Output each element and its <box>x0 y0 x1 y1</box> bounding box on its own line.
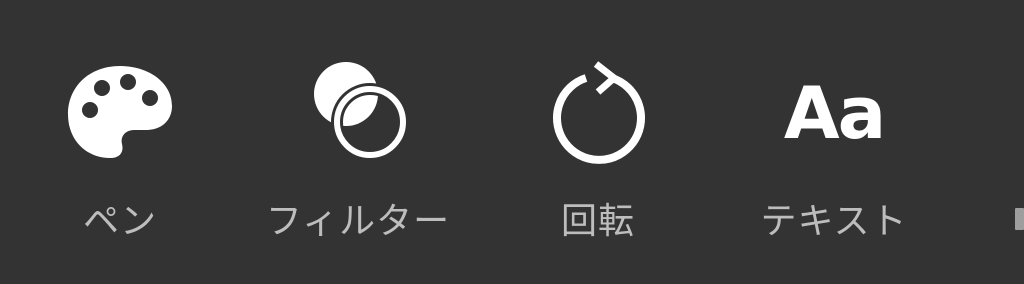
tool-text-button[interactable]: Aa テキスト <box>724 0 944 284</box>
overlapping-circles-icon <box>302 58 414 170</box>
tool-rotate-button[interactable]: 回転 <box>488 0 708 284</box>
tool-pen-label: ペン <box>82 201 157 242</box>
tool-pen-button[interactable]: ペン <box>10 0 230 284</box>
tool-filter-label: フィルター <box>265 201 451 242</box>
editing-toolbar: ペン フィルター 回転 Aa テキスト <box>0 0 1024 284</box>
palette-icon <box>64 58 176 170</box>
text-aa-icon: Aa <box>778 58 890 170</box>
rotate-clockwise-icon <box>542 58 654 170</box>
tool-rotate-label: 回転 <box>560 201 635 242</box>
text-aa-glyph: Aa <box>783 71 886 155</box>
next-tool-partial-indicator[interactable] <box>1015 208 1024 230</box>
tool-text-label: テキスト <box>760 201 908 242</box>
tool-filter-button[interactable]: フィルター <box>248 0 468 284</box>
